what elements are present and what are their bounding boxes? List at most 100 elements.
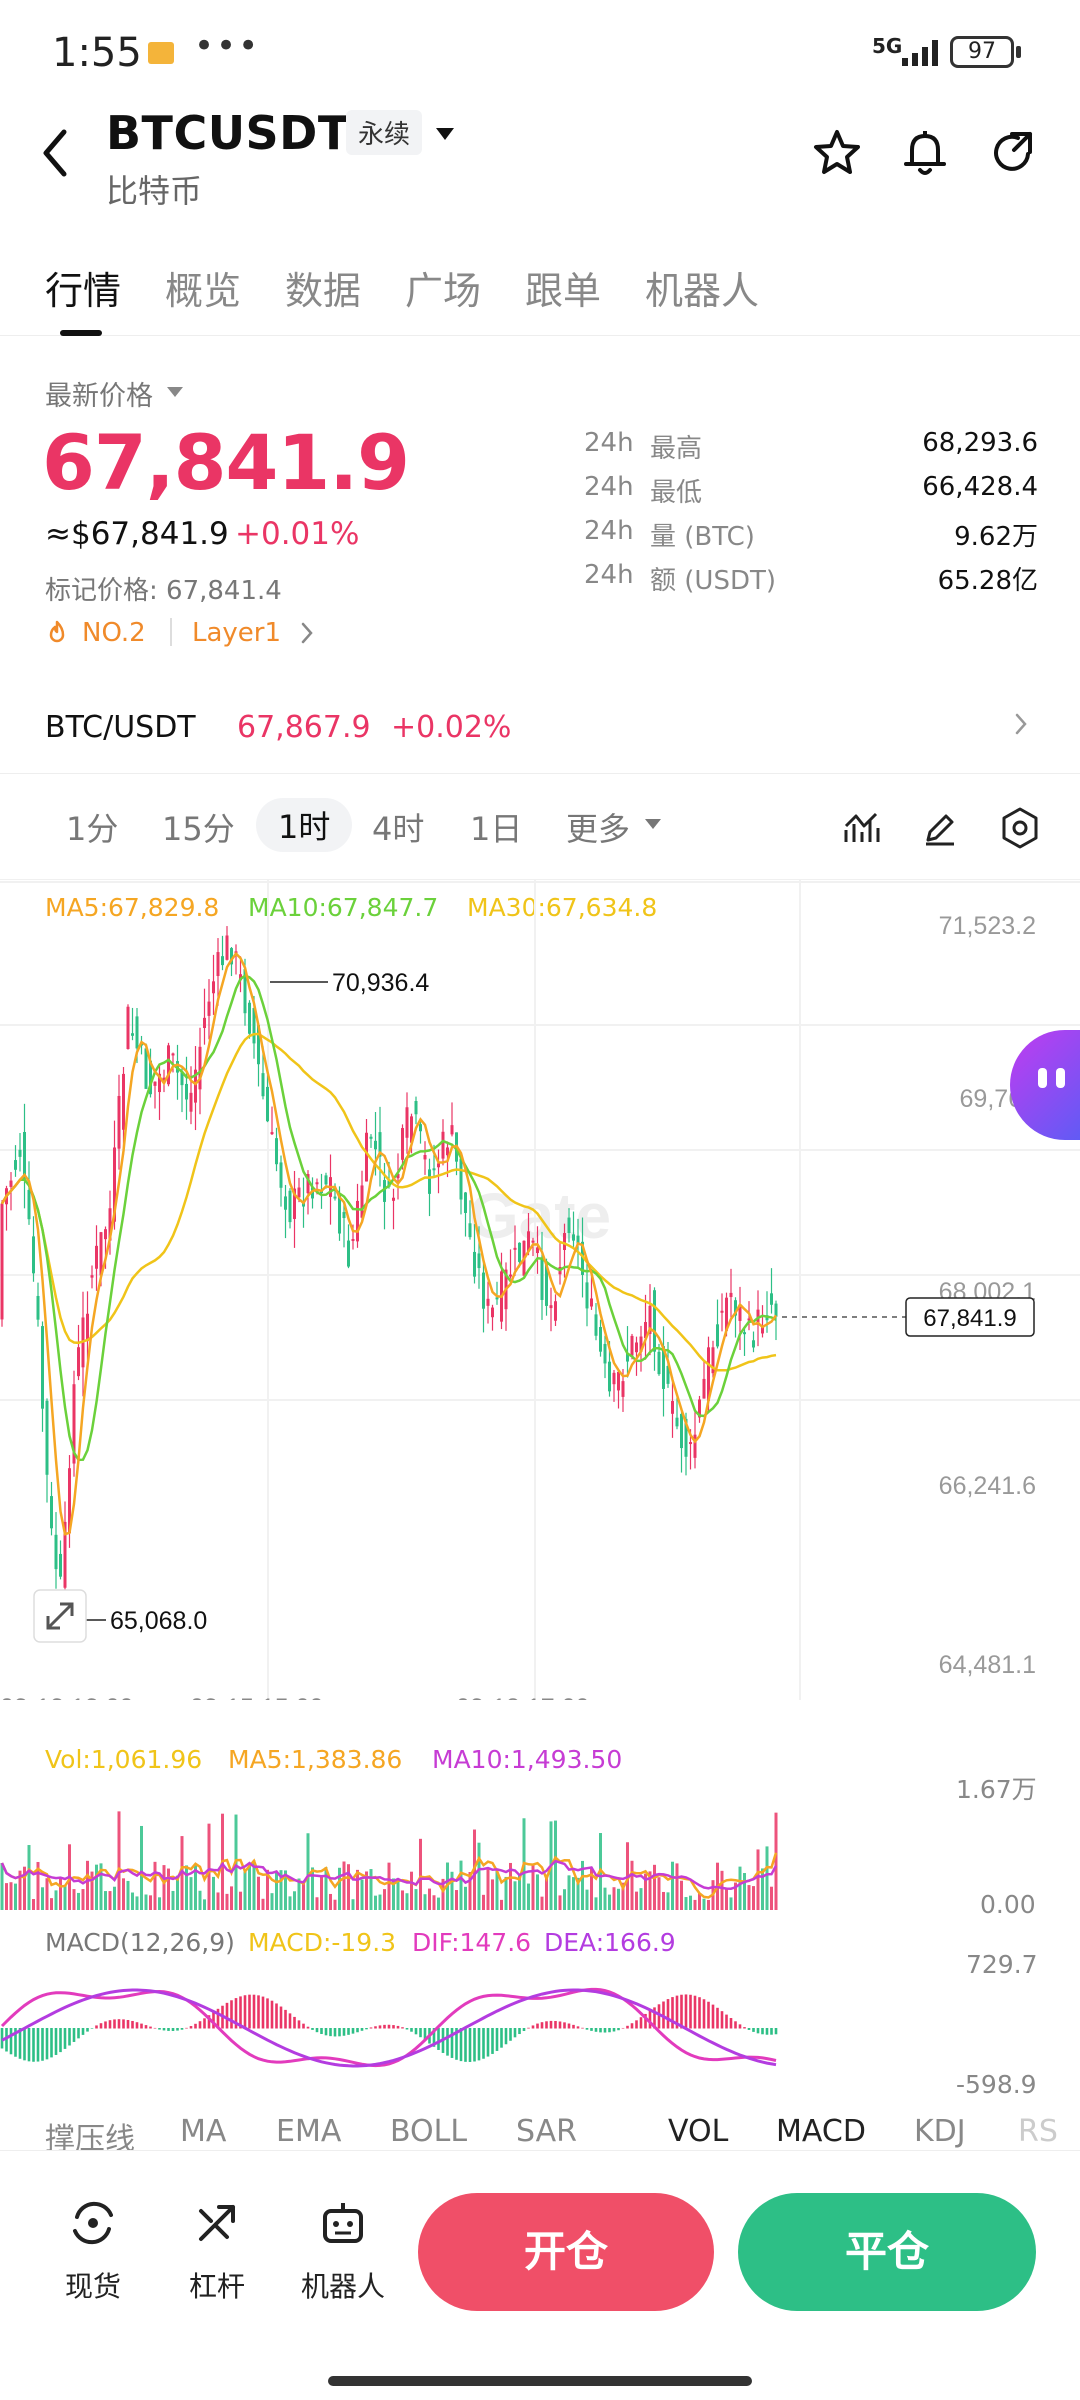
indicator-sar[interactable]: SAR bbox=[516, 2114, 577, 2149]
interval-15m[interactable]: 15分 bbox=[162, 804, 235, 850]
volume-bar bbox=[203, 1899, 206, 1910]
volume-bar bbox=[230, 1886, 233, 1910]
candle-body bbox=[630, 1335, 634, 1356]
indicator-ema[interactable]: EMA bbox=[276, 2114, 341, 2149]
macd-histogram-bar bbox=[108, 2020, 112, 2029]
interval-more[interactable]: 更多 bbox=[566, 804, 630, 850]
candle-body bbox=[653, 1290, 656, 1352]
volume-bar bbox=[293, 1891, 296, 1910]
tab-overview[interactable]: 概览 bbox=[165, 260, 241, 315]
macd-histogram-bar bbox=[536, 2023, 539, 2029]
macd-histogram-bar bbox=[360, 2028, 364, 2031]
last-price-label[interactable]: 最新价格 bbox=[45, 374, 153, 413]
stat-period: 24h bbox=[584, 516, 634, 546]
candle-body bbox=[122, 1073, 125, 1130]
nav-margin[interactable]: 杠杆 bbox=[162, 2197, 272, 2305]
rank-chip[interactable]: NO.2 bbox=[82, 618, 146, 648]
macd-histogram-bar bbox=[563, 2022, 566, 2029]
tab-square[interactable]: 广场 bbox=[405, 260, 481, 315]
usd-price: ≈$67,841.9 bbox=[45, 516, 229, 552]
tab-copy-trading[interactable]: 跟单 bbox=[525, 260, 601, 315]
indicator-boll[interactable]: BOLL bbox=[390, 2114, 467, 2149]
indicator-vol[interactable]: VOL bbox=[668, 2114, 728, 2149]
candlestick-chart[interactable]: Gate 71,523.269,76268,002.166,241.664,48… bbox=[0, 880, 1080, 1700]
macd-histogram-bar bbox=[734, 2021, 737, 2029]
category-chip[interactable]: Layer1 bbox=[192, 618, 281, 648]
macd-histogram-bar bbox=[747, 2028, 751, 2030]
macd-histogram-bar bbox=[365, 2028, 368, 2030]
interval-4h[interactable]: 4时 bbox=[372, 804, 424, 850]
macd-histogram-bar bbox=[189, 2026, 193, 2029]
volume-bar bbox=[311, 1867, 314, 1910]
candle-body bbox=[414, 1101, 418, 1115]
volume-bar bbox=[689, 1895, 692, 1910]
macd-histogram-bar bbox=[558, 2021, 562, 2029]
volume-bar bbox=[662, 1891, 665, 1910]
star-icon[interactable] bbox=[812, 128, 862, 178]
volume-bar bbox=[212, 1876, 215, 1910]
home-indicator[interactable] bbox=[328, 2376, 752, 2386]
volume-bar bbox=[41, 1887, 44, 1910]
macd-histogram-bar bbox=[194, 2023, 197, 2029]
volume-bar bbox=[117, 1811, 121, 1910]
volume-bar bbox=[122, 1878, 125, 1910]
candle-body bbox=[288, 1190, 292, 1223]
share-icon[interactable] bbox=[988, 128, 1038, 178]
volume-bar bbox=[432, 1895, 436, 1910]
volume-bar bbox=[401, 1890, 404, 1910]
indicator-ma[interactable]: MA bbox=[180, 2114, 226, 2149]
indicator-kdj[interactable]: KDJ bbox=[914, 2114, 966, 2149]
nav-spot[interactable]: 现货 bbox=[38, 2197, 148, 2305]
more-dropdown-icon[interactable] bbox=[644, 818, 662, 830]
price-type-dropdown-icon[interactable] bbox=[166, 386, 184, 398]
indicator-rsi[interactable]: RS bbox=[1018, 2114, 1058, 2149]
nav-bot[interactable]: 机器人 bbox=[288, 2197, 398, 2305]
volume-bar bbox=[50, 1898, 53, 1910]
indicator-macd[interactable]: MACD bbox=[776, 2114, 866, 2149]
interval-1d[interactable]: 1日 bbox=[470, 804, 522, 850]
volume-bar bbox=[149, 1895, 152, 1910]
volume-bar bbox=[207, 1823, 211, 1910]
back-icon[interactable] bbox=[40, 128, 70, 178]
interval-1m[interactable]: 1分 bbox=[66, 804, 118, 850]
spot-pair-row[interactable]: BTC/USDT 67,867.9 +0.02% bbox=[0, 690, 1080, 774]
nav-margin-label: 杠杆 bbox=[188, 2270, 245, 2303]
tab-bots[interactable]: 机器人 bbox=[645, 260, 759, 315]
tab-data[interactable]: 数据 bbox=[285, 260, 361, 315]
stat-name: 量 (BTC) bbox=[650, 522, 755, 552]
volume-bar bbox=[419, 1838, 422, 1910]
price-axis: 71,523.269,76268,002.166,241.664,481.1 bbox=[939, 912, 1036, 1679]
symbol-dropdown-icon[interactable] bbox=[434, 126, 456, 142]
symbol-title[interactable]: BTCUSDT bbox=[106, 106, 350, 160]
macd-histogram-bar bbox=[491, 2028, 494, 2054]
volume-bar bbox=[72, 1889, 76, 1910]
candle-body bbox=[405, 1107, 409, 1138]
chevron-right-icon[interactable] bbox=[300, 622, 314, 644]
volume-bar bbox=[333, 1899, 337, 1910]
indicator-icon[interactable] bbox=[842, 808, 882, 848]
candle-body bbox=[437, 1163, 440, 1168]
macd-histogram-bar bbox=[347, 2028, 350, 2035]
nav-spot-label: 现货 bbox=[64, 2270, 121, 2303]
settings-icon[interactable] bbox=[1000, 806, 1040, 850]
volume-ma10-legend: MA10:1,493.50 bbox=[432, 1745, 623, 1774]
candle-body bbox=[36, 1295, 40, 1320]
macd-histogram-bar bbox=[680, 1994, 683, 2029]
macd-histogram-bar bbox=[261, 1996, 265, 2029]
bell-icon[interactable] bbox=[900, 128, 950, 178]
macd-histogram-bar bbox=[185, 2027, 188, 2029]
tab-market[interactable]: 行情 bbox=[45, 260, 121, 315]
candle-body bbox=[185, 1083, 188, 1100]
volume-bar bbox=[158, 1897, 161, 1910]
draw-tool-icon[interactable] bbox=[920, 808, 960, 848]
volume-bar bbox=[131, 1892, 134, 1910]
candle-body bbox=[315, 1182, 319, 1185]
open-position-button[interactable]: 开仓 bbox=[418, 2193, 714, 2311]
macd-histogram-bar bbox=[531, 2025, 535, 2029]
interval-1h[interactable]: 1时 bbox=[256, 798, 353, 852]
macd-histogram-bar bbox=[68, 2028, 71, 2046]
volume-bar bbox=[491, 1879, 494, 1910]
assistant-eye bbox=[1056, 1068, 1065, 1088]
macd-histogram-bar bbox=[248, 1994, 251, 2029]
close-position-button[interactable]: 平仓 bbox=[738, 2193, 1036, 2311]
